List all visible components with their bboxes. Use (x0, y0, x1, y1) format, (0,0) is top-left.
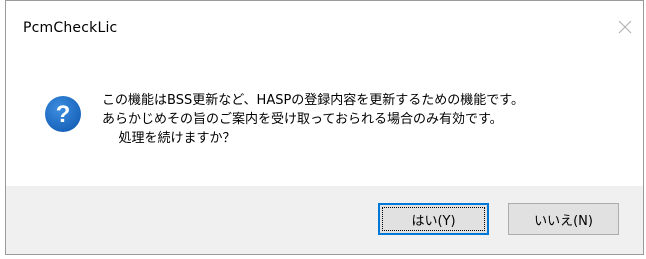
message-dialog: PcmCheckLic ? この機能はBSS更新など、HASPの登録内容を更新す… (5, 0, 644, 255)
svg-text:?: ? (56, 101, 71, 128)
no-button[interactable]: いいえ(N) (508, 203, 619, 235)
button-bar: はい(Y) いいえ(N) (6, 186, 643, 254)
close-icon (618, 20, 632, 34)
focus-ring (382, 207, 485, 231)
close-button[interactable] (611, 13, 639, 41)
dialog-body: ? この機能はBSS更新など、HASPの登録内容を更新するための機能です。 あら… (6, 53, 643, 187)
window-title: PcmCheckLic (23, 20, 118, 36)
question-icon: ? (45, 96, 81, 132)
dialog-message: この機能はBSS更新など、HASPの登録内容を更新するための機能です。 あらかじ… (102, 93, 525, 146)
title-bar: PcmCheckLic (6, 1, 643, 53)
yes-button[interactable]: はい(Y) (378, 203, 489, 235)
no-button-label: いいえ(N) (534, 213, 593, 229)
